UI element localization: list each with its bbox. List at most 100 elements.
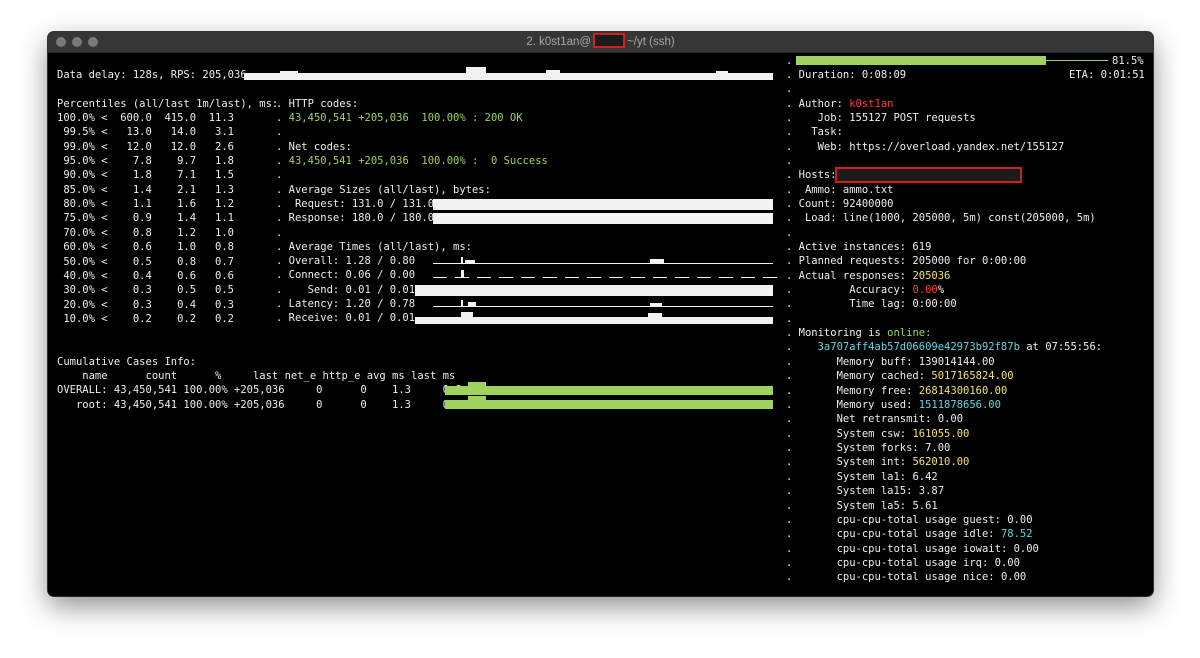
metric-value: 0.00 [1000, 571, 1027, 583]
metric-label: System la1: [836, 471, 913, 483]
percentile-row: 95.0% < 7.8 9.7 1.8 [57, 155, 235, 167]
metric-row: . System int: 562010.00 [786, 455, 969, 469]
time-spark-dash [675, 277, 689, 278]
rps-spark-bump [716, 71, 728, 73]
percentile-row: 60.0% < 0.6 1.0 0.8 [57, 241, 235, 253]
task: . Task: [786, 126, 843, 138]
dot-line: . [786, 227, 793, 239]
duration: . Duration: 0:08:09 [786, 69, 907, 81]
metric-row: . cpu-cpu-total usage nice: 0.00 [786, 570, 1026, 584]
cases-overall-bar [445, 386, 773, 395]
metric-prefix: . [786, 528, 837, 540]
metric-value: 7.00 [925, 442, 951, 454]
dot-line: . [786, 55, 793, 67]
metric-prefix: . [786, 456, 837, 468]
metric-value: 0.00 [937, 413, 964, 425]
progress-remaining [1046, 60, 1108, 61]
avg-times-header: . Average Times (all/last), ms: [276, 241, 472, 253]
metric-row: . System csw: 161055.00 [786, 427, 969, 441]
metric-prefix: . [786, 571, 837, 583]
metric-value: 562010.00 [912, 456, 970, 468]
dot-line: . [786, 313, 793, 325]
accuracy-label: . Accuracy: [786, 284, 913, 296]
cases-overall-bar-bump [468, 382, 486, 386]
author-value: k0st1an [849, 98, 894, 110]
author-row: . Author: k0st1an [786, 97, 893, 111]
net-code-row: . 43,450,541 +205,036 100.00% : 0 Succes… [276, 155, 548, 167]
actual-responses: . Actual responses: 205036 [786, 269, 950, 283]
data-delay: Data delay: 128s, RPS: 205,036 [57, 69, 247, 81]
metric-label: cpu-cpu-total usage idle: [836, 528, 1001, 540]
metric-label: System la5: [836, 500, 913, 512]
metric-label: cpu-cpu-total usage irq: [836, 557, 995, 569]
http-codes-header: . HTTP codes: [276, 98, 359, 110]
metric-row: . Memory buff: 139014144.00 [786, 355, 995, 369]
web-link[interactable]: . Web: https://overload.yandex.net/15512… [786, 140, 1064, 154]
monitor-host-id: 3a707aff4ab57d06609e42973b92f87b [817, 341, 1020, 353]
metric-prefix: . [786, 399, 837, 411]
terminal-output: Data delay: 128s, RPS: 205,036 Percentil… [48, 53, 1153, 596]
redacted-hostname [593, 33, 626, 48]
accuracy-suffix: % [937, 284, 945, 296]
metric-row: . Memory cached: 5017165824.00 [786, 369, 1014, 383]
metric-row: . System la5: 5.61 [786, 499, 938, 513]
percentiles-header: Percentiles (all/last 1m/last), ms: [57, 98, 279, 110]
time-spark-fill [415, 317, 773, 324]
http-code-row: . 43,450,541 +205,036 100.00% : 200 OK [276, 112, 523, 124]
metric-label: cpu-cpu-total usage guest: [836, 514, 1008, 526]
time-spark-dash [521, 277, 535, 278]
window-title: 2. k0st1an@ ~/yt (ssh) [48, 32, 1153, 52]
avg-time-row: . Overall: 1.28 / 0.80 [276, 255, 416, 267]
metric-label: Memory used: [836, 399, 919, 411]
rps-spark [244, 73, 773, 80]
monitoring-label: . Monitoring is [786, 327, 888, 339]
time-spark-line [433, 306, 773, 307]
accuracy-value: 0.00 [912, 284, 938, 296]
time-spark-peak [461, 270, 464, 277]
metric-label: System la15: [836, 485, 919, 497]
metric-row: . cpu-cpu-total usage guest: 0.00 [786, 513, 1033, 527]
metric-row: . System forks: 7.00 [786, 441, 950, 455]
time-spark-peak [465, 260, 475, 263]
net-code-value: 43,450,541 +205,036 100.00% : 0 Success [288, 155, 548, 167]
metric-prefix: . [786, 485, 837, 497]
monitoring-status: . Monitoring is online: [786, 326, 931, 340]
metric-value: 0.00 [994, 557, 1020, 569]
percentile-row: 30.0% < 0.3 0.5 0.5 [57, 284, 235, 296]
http-code-value: 43,450,541 +205,036 100.00% : 200 OK [288, 112, 523, 124]
eta: ETA: 0:01:51 [1069, 69, 1145, 81]
title-bar: 2. k0st1an@ ~/yt (ssh) [48, 32, 1153, 53]
rps-spark-bump [546, 70, 560, 73]
cases-row-root: root: 43,450,541 100.00% +205,036 0 0 1.… [57, 399, 462, 411]
planned-requests: . Planned requests: 205000 for 0:00:00 [786, 255, 1027, 267]
time-lag: . Time lag: 0:00:00 [786, 298, 957, 310]
avg-time-row: . Send: 0.01 / 0.01 [276, 284, 416, 296]
metric-row: . cpu-cpu-total usage irq: 0.00 [786, 556, 1020, 570]
author-label: . Author: [786, 98, 850, 110]
progress-percent: 81.5% [1112, 55, 1144, 67]
avg-time-row: . Connect: 0.06 / 0.00 [276, 269, 416, 281]
percentile-row: 70.0% < 0.8 1.2 1.0 [57, 227, 235, 239]
cases-row-overall: OVERALL: 43,450,541 100.00% +205,036 0 0… [57, 384, 462, 396]
rps-spark-bump [280, 71, 298, 73]
metric-prefix: . [786, 557, 837, 569]
time-spark-dash [499, 277, 513, 278]
metric-value: 26814300160.00 [918, 385, 1008, 397]
time-spark-dash [719, 277, 733, 278]
time-spark-peak [650, 259, 664, 263]
load: . Load: line(1000, 205000, 5m) const(205… [786, 212, 1096, 224]
percentile-row: 40.0% < 0.4 0.6 0.6 [57, 270, 235, 282]
time-spark-dash [763, 277, 777, 278]
cases-columns: name count % last net_e http_e avg ms la… [57, 370, 456, 382]
metric-row: . Memory used: 1511878656.00 [786, 398, 1001, 412]
cases-header: Cumulative Cases Info: [57, 356, 197, 368]
percentile-row: 50.0% < 0.5 0.8 0.7 [57, 256, 235, 268]
monitor-host-time: at 07:55:56: [1019, 341, 1103, 353]
actual-responses-value: 205036 [912, 270, 951, 282]
monitoring-online: online: [887, 327, 932, 339]
time-spark-peak [461, 257, 463, 263]
metric-prefix: . [786, 428, 837, 440]
net-codes-header: . Net codes: [276, 141, 352, 153]
avg-sizes-header: . Average Sizes (all/last), bytes: [276, 184, 491, 196]
request-size: . Request: 131.0 / 131.0 [276, 198, 435, 210]
